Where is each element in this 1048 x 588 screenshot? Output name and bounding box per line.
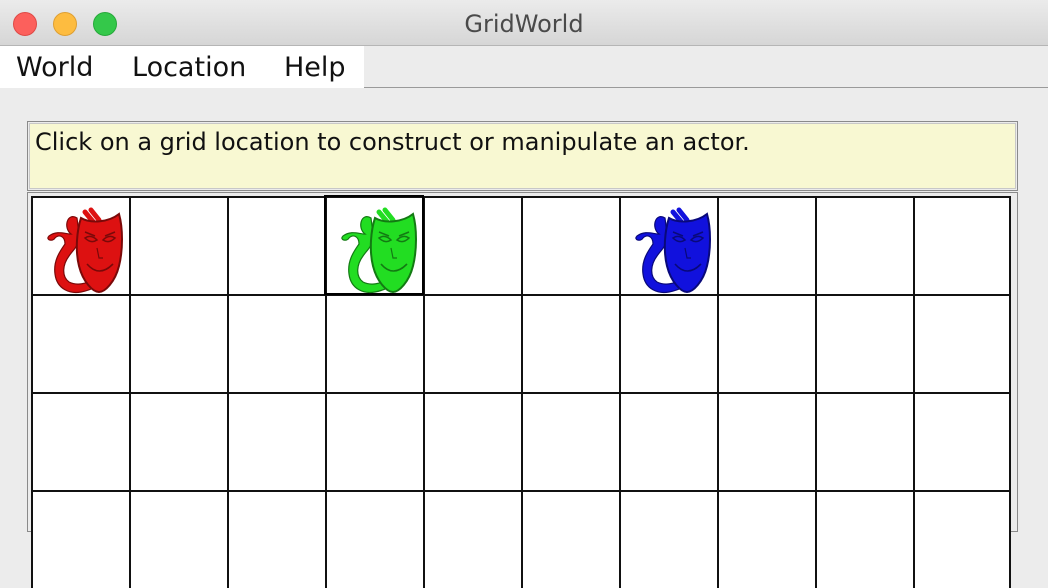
grid-cell[interactable] <box>325 294 423 392</box>
mask-icon[interactable] <box>625 204 713 294</box>
grid-cell[interactable] <box>521 490 619 588</box>
grid-cell[interactable] <box>324 195 424 295</box>
grid-cell[interactable] <box>717 392 815 490</box>
grid-cell[interactable] <box>521 294 619 392</box>
grid-cell[interactable] <box>325 392 423 490</box>
grid-cell[interactable] <box>521 196 619 294</box>
grid-cell[interactable] <box>423 294 521 392</box>
menu-bar: World Location Help <box>0 46 1048 88</box>
grid-cell[interactable] <box>423 392 521 490</box>
grid-cell[interactable] <box>913 490 1011 588</box>
grid-cell[interactable] <box>619 196 717 294</box>
message-text: Click on a grid location to construct or… <box>29 123 1016 189</box>
grid-cell[interactable] <box>619 294 717 392</box>
grid-cell[interactable] <box>717 490 815 588</box>
grid-cell[interactable] <box>913 392 1011 490</box>
grid-cell[interactable] <box>815 196 913 294</box>
grid-cell[interactable] <box>227 294 325 392</box>
grid-cell[interactable] <box>227 490 325 588</box>
message-panel: Click on a grid location to construct or… <box>27 121 1018 191</box>
grid-cell[interactable] <box>227 392 325 490</box>
grid-cell[interactable] <box>423 196 521 294</box>
grid-cell[interactable] <box>129 490 227 588</box>
window-title: GridWorld <box>464 10 584 38</box>
menu-world[interactable]: World <box>16 52 93 83</box>
grid-cell[interactable] <box>717 196 815 294</box>
grid-cell[interactable] <box>129 196 227 294</box>
title-bar: GridWorld <box>0 0 1048 46</box>
world-grid[interactable] <box>31 195 1011 588</box>
grid-cell[interactable] <box>815 392 913 490</box>
menu-help[interactable]: Help <box>284 52 346 83</box>
grid-cell[interactable] <box>913 196 1011 294</box>
menu-location[interactable]: Location <box>132 52 246 83</box>
grid-cell[interactable] <box>31 196 129 294</box>
grid-cell[interactable] <box>129 294 227 392</box>
grid-cell[interactable] <box>31 294 129 392</box>
grid-cell[interactable] <box>521 392 619 490</box>
grid-cell[interactable] <box>619 490 717 588</box>
mask-icon[interactable] <box>331 204 419 294</box>
grid-cell[interactable] <box>815 490 913 588</box>
grid-cell[interactable] <box>31 392 129 490</box>
mask-icon[interactable] <box>37 204 125 294</box>
grid-cell[interactable] <box>619 392 717 490</box>
grid-cell[interactable] <box>227 196 325 294</box>
grid-cell[interactable] <box>129 392 227 490</box>
grid-cell[interactable] <box>423 490 521 588</box>
grid-cell[interactable] <box>913 294 1011 392</box>
grid-cell[interactable] <box>815 294 913 392</box>
grid-cell[interactable] <box>31 490 129 588</box>
grid-cell[interactable] <box>325 490 423 588</box>
grid-cell[interactable] <box>717 294 815 392</box>
